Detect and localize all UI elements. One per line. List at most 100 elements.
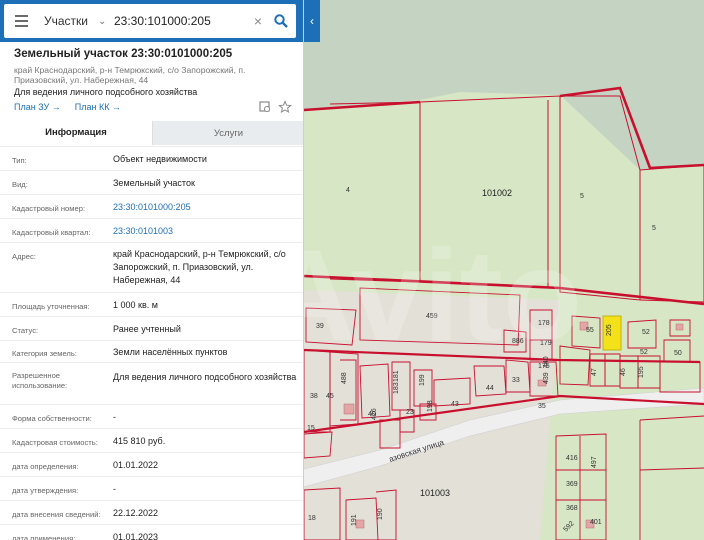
map-label: 401 [590,519,602,526]
map-label: 39 [316,323,324,330]
map-label: 47 [591,368,598,376]
info-row-label: Кадастровый квартал: [12,228,91,237]
map-label: 43 [451,401,459,408]
info-row: дата применения: 01.01.2023 [0,524,303,540]
map-label: 101002 [482,188,512,198]
map-label: 33 [512,377,520,384]
parcel-title: Земельный участок 23:30:0101000:205 [14,48,233,60]
map-label: 195 [638,366,645,378]
object-type-value: Участки [44,14,88,28]
info-row-value: 01.01.2023 [113,532,159,540]
tab-info[interactable]: Информация [0,121,152,145]
print-icon[interactable] [258,100,272,114]
map-label: 5 [652,225,656,232]
info-row: Площадь уточненная: 1 000 кв. м [0,292,303,316]
info-row: Категория земель: Земли населённых пункто… [0,340,303,362]
info-row: Тип: Объект недвижимости [0,146,303,170]
map-label: 183 [393,382,400,394]
map-label: 46 [620,368,627,376]
info-row-value: 22.12.2022 [113,508,159,518]
info-row: Форма собственности: - [0,404,303,428]
info-row: Статус: Ранее учтенный [0,316,303,340]
map-label: 440 [543,356,550,368]
info-row-label: Кадастровая стоимость: [12,438,98,447]
search-bar: Участки ⌄ 23:30:101000:205 × [0,0,303,42]
info-row-value: Земли населённых пунктов [113,347,228,357]
info-row-label: Форма собственности: [12,414,92,423]
plan-links: План ЗУ → План КК → [14,102,121,112]
plan-zu-link[interactable]: План ЗУ → [14,102,61,112]
info-row-label: Разрешенное использование: [12,371,68,390]
info-row-value: 415 810 руб. [113,436,166,446]
search-box: Участки ⌄ 23:30:101000:205 × [4,4,296,38]
map-label: 18 [308,515,316,522]
info-row-value[interactable]: 23:30:0101003 [113,225,299,238]
object-type-select[interactable]: Участки ⌄ [38,4,108,38]
info-row-value: 01.01.2022 [113,460,159,470]
info-row: Кадастровый квартал: 23:30:0101003 [0,218,303,242]
tab-services[interactable]: Услуги [152,121,303,145]
map-label: 35 [538,403,546,410]
info-row: дата утверждения: - [0,476,303,500]
search-input[interactable]: 23:30:101000:205 [108,14,250,28]
map-label: 205 [606,324,613,336]
map-label: 369 [566,481,578,488]
star-icon[interactable] [278,100,292,114]
map-label: 439 [543,372,550,384]
info-row-value: Для ведения личного подсобного хозяйства [113,372,297,382]
chevron-down-icon: ⌄ [98,15,107,27]
map-label: 181 [393,370,400,382]
info-row-label: Кадастровый номер: [12,204,86,213]
info-row-value: край Краснодарский, р-н Темрюкский, с/о … [113,249,286,285]
info-row-label: дата определения: [12,462,79,471]
search-icon[interactable] [266,4,296,38]
map-label: 52 [642,329,650,336]
info-row-value: Ранее учтенный [113,324,181,334]
info-row-label: Статус: [12,326,39,335]
map-label: 178 [538,320,550,327]
parcel-purpose: Для ведения личного подсобного хозяйства [14,87,198,97]
info-row: Разрешенное использование: Для ведения ли… [0,362,303,404]
info-row: Кадастровая стоимость: 415 810 руб. [0,428,303,452]
info-row-value: - [113,484,116,494]
info-row-value: 1 000 кв. м [113,300,158,310]
map-label: 38 [310,393,318,400]
map-label: 45 [326,393,334,400]
map-label: 488 [341,372,348,384]
map-label: 199 [419,374,426,386]
map-label: 50 [674,350,682,357]
map-label: 459 [426,313,438,320]
info-row: дата внесения сведений: 22.12.2022 [0,500,303,524]
map-label: 179 [540,340,552,347]
info-row-label: Тип: [12,156,27,165]
info-row: Кадастровый номер: 23:30:0101000:205 [0,194,303,218]
clear-icon[interactable]: × [250,13,266,29]
map-label: 191 [351,514,358,526]
map-label: 198 [427,400,434,412]
map-label: 23 [406,409,414,416]
info-row-value: Земельный участок [113,178,195,188]
info-row-value[interactable]: 23:30:0101000:205 [113,201,299,214]
info-row-label: Площадь уточненная: [12,302,90,311]
tabs: Информация Услуги [0,121,303,145]
map-label: 368 [566,505,578,512]
collapse-panel-button[interactable]: ‹ [304,0,320,42]
map-label: 101003 [420,488,450,498]
map-label: 190 [377,508,384,520]
info-row-label: дата внесения сведений: [12,510,101,519]
info-row-label: дата применения: [12,534,76,540]
map-label: 497 [591,456,598,468]
info-row-value: Объект недвижимости [113,154,207,164]
map-label: 416 [566,455,578,462]
map-label: 4 [346,187,350,194]
info-row-value: - [113,412,116,422]
map-label: 52 [640,349,648,356]
info-row-label: Адрес: [12,252,36,261]
info-row: Адрес: край Краснодарский, р-н Темрюкский… [0,242,303,292]
info-row-label: Вид: [12,180,28,189]
plan-kk-link[interactable]: План КК → [75,102,121,112]
map-label: 15 [307,425,315,432]
map-label: 44 [486,385,494,392]
menu-icon[interactable] [4,4,38,38]
map-label: 5 [580,193,584,200]
